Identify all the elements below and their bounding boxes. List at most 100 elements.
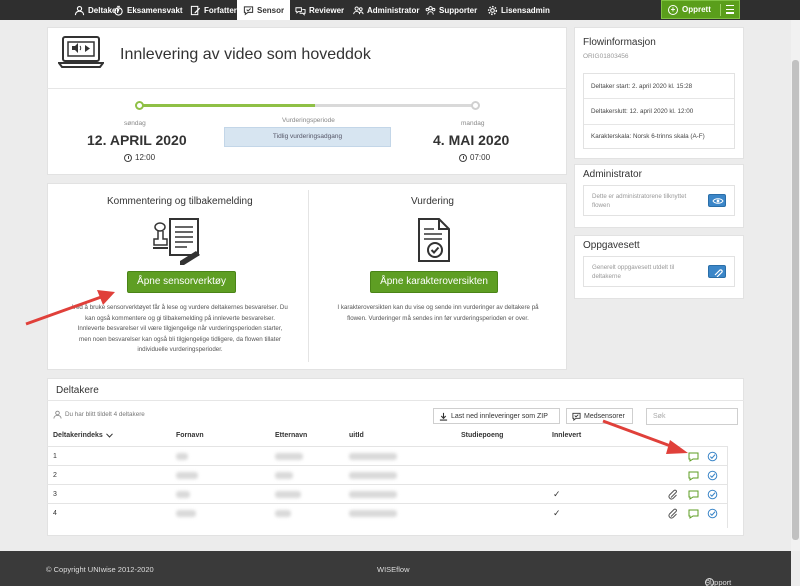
clock-icon xyxy=(459,153,467,162)
column-header-submitted[interactable]: Innlevert xyxy=(552,432,581,439)
lastname-redacted xyxy=(275,472,293,479)
search-input[interactable]: Søk xyxy=(646,408,738,425)
edit-document-icon xyxy=(190,5,201,15)
nav-item-eksamensvakt[interactable]: Eksamensvakt xyxy=(113,0,183,20)
nav-label: Forfatter xyxy=(204,5,237,15)
page-title: Innlevering av video som hoveddok xyxy=(120,46,371,63)
timeline xyxy=(139,104,475,107)
group-icon xyxy=(425,5,436,15)
paperclip-icon[interactable] xyxy=(668,508,678,519)
top-nav: Deltaker Eksamensvakt Forfatter Sensor R… xyxy=(0,0,800,20)
start-weekday: søndag xyxy=(124,120,146,127)
scrollbar[interactable] xyxy=(791,20,800,551)
oppgavesett-title: Oppgavesett xyxy=(583,240,640,251)
end-weekday: mandag xyxy=(461,120,485,127)
nav-label: Eksamensvakt xyxy=(127,5,183,15)
nav-label: Reviewer xyxy=(309,5,345,15)
open-grade-overview-button[interactable]: Åpne karakteroversikten xyxy=(370,271,498,293)
grade-check-icon[interactable] xyxy=(707,470,718,481)
table-row[interactable]: 1 xyxy=(47,446,728,466)
column-header-lastname[interactable]: Etternavn xyxy=(275,432,307,439)
nav-item-supporter[interactable]: Supporter xyxy=(425,0,477,20)
assigned-label: Du har blitt tildelt 4 deltakere xyxy=(65,411,145,418)
grading-description: I karakteroversikten kan du vise og send… xyxy=(313,303,563,324)
chevron-down-icon xyxy=(105,433,113,438)
desc-line: kan også kommentere og gi tilbakemelding… xyxy=(85,314,275,322)
firstname-redacted xyxy=(176,472,198,479)
menu-icon[interactable] xyxy=(726,5,734,15)
column-label: Deltakerindeks xyxy=(53,432,103,439)
comment-icon[interactable] xyxy=(688,470,699,481)
table-row[interactable]: 3 ✓ xyxy=(47,484,728,504)
create-button[interactable]: + Opprett xyxy=(661,0,740,19)
grading-section-title: Vurdering xyxy=(411,196,454,207)
uitid-redacted xyxy=(349,472,397,479)
assigned-info: Du har blitt tildelt 4 deltakere xyxy=(53,410,145,419)
grade-check-icon[interactable] xyxy=(707,451,718,462)
grading-scale: Karakterskala: Norsk 6-trinns skala (A-F… xyxy=(584,124,734,150)
download-icon xyxy=(439,412,448,421)
comment-icon[interactable] xyxy=(688,508,699,519)
start-time-label: 12:00 xyxy=(135,153,156,162)
oppgavesett-box: Generelt oppgavesett utdelt til deltaker… xyxy=(583,256,735,287)
create-label: Opprett xyxy=(682,5,711,14)
open-assignment-button[interactable] xyxy=(708,265,726,278)
graded-document-icon xyxy=(418,218,450,262)
desc-line: I karakteroversikten kan du vise og send… xyxy=(337,304,539,311)
nav-label: Sensor xyxy=(257,5,285,15)
divider xyxy=(308,190,309,362)
comment-icon[interactable] xyxy=(688,489,699,500)
desc-line: men noen besvarelser kan også bli tilgje… xyxy=(79,335,281,343)
oppgavesett-desc: Generelt oppgavesett utdelt til deltaker… xyxy=(592,264,675,280)
nav-item-sensor[interactable]: Sensor xyxy=(237,0,291,20)
administrator-box: Dette er administratorene tilknyttet flo… xyxy=(583,185,735,216)
column-header-index[interactable]: Deltakerindeks xyxy=(53,432,113,439)
copyright: © Copyright UNIwise 2012-2020 xyxy=(46,565,154,574)
nav-label: Administrator xyxy=(367,5,420,15)
co-sensors-label: Medsensorer xyxy=(584,412,625,420)
table-row[interactable]: 4 ✓ xyxy=(47,503,728,523)
stamp-document-icon xyxy=(153,218,200,265)
comment-icon[interactable] xyxy=(688,451,699,462)
nav-item-forfatter[interactable]: Forfatter xyxy=(190,0,237,20)
column-header-credits[interactable]: Studiepoeng xyxy=(461,432,503,439)
table-row[interactable]: 2 xyxy=(47,465,728,485)
nav-label: Supporter xyxy=(439,5,478,15)
paperclip-icon[interactable] xyxy=(668,489,678,500)
grade-check-icon[interactable] xyxy=(707,489,718,500)
administrator-title: Administrator xyxy=(583,169,642,180)
participant-end: Deltakerslutt: 12. april 2020 kl. 12:00 xyxy=(584,98,734,125)
view-administrators-button[interactable] xyxy=(708,194,726,207)
nav-item-administrator[interactable]: Administrator xyxy=(353,0,419,20)
uitid-redacted xyxy=(349,453,397,460)
column-header-firstname[interactable]: Fornavn xyxy=(176,432,204,439)
row-index: 1 xyxy=(53,453,57,460)
grade-check-icon[interactable] xyxy=(707,508,718,519)
person-icon xyxy=(53,410,62,419)
chat-check-icon xyxy=(243,5,254,15)
paperclip-icon xyxy=(714,269,723,277)
flow-code: ORIG01803456 xyxy=(583,53,629,60)
download-zip-button[interactable]: Last ned innleveringer som ZIP xyxy=(433,408,560,424)
timeline-progress xyxy=(139,104,315,107)
column-header-uitid[interactable]: uitId xyxy=(349,432,364,439)
stopwatch-icon xyxy=(114,5,123,16)
gear-icon xyxy=(487,5,498,15)
nav-item-reviewer[interactable]: Reviewer xyxy=(295,0,344,20)
people-icon xyxy=(353,6,364,14)
nav-item-lisensadmin[interactable]: Lisensadmin xyxy=(487,0,550,20)
end-date: 4. MAI 2020 xyxy=(433,132,510,148)
co-sensors-button[interactable]: Medsensorer xyxy=(566,408,633,424)
help-icon: ? xyxy=(705,578,714,586)
uitid-redacted xyxy=(349,491,397,498)
uitid-redacted xyxy=(349,510,397,517)
early-access-badge: Tidlig vurderingsadgang xyxy=(224,127,391,147)
footer: © Copyright UNIwise 2012-2020 WISEflow S… xyxy=(0,551,791,586)
scrollbar-thumb[interactable] xyxy=(792,60,799,540)
eye-icon xyxy=(712,198,724,204)
timeline-start-dot xyxy=(135,101,144,110)
download-label: Last ned innleveringer som ZIP xyxy=(451,412,548,420)
open-sensor-tool-button[interactable]: Åpne sensorverktøy xyxy=(127,271,236,293)
feedback-description: Ved å bruke sensorverktøyet får å lese o… xyxy=(55,303,305,356)
person-icon xyxy=(74,5,85,15)
